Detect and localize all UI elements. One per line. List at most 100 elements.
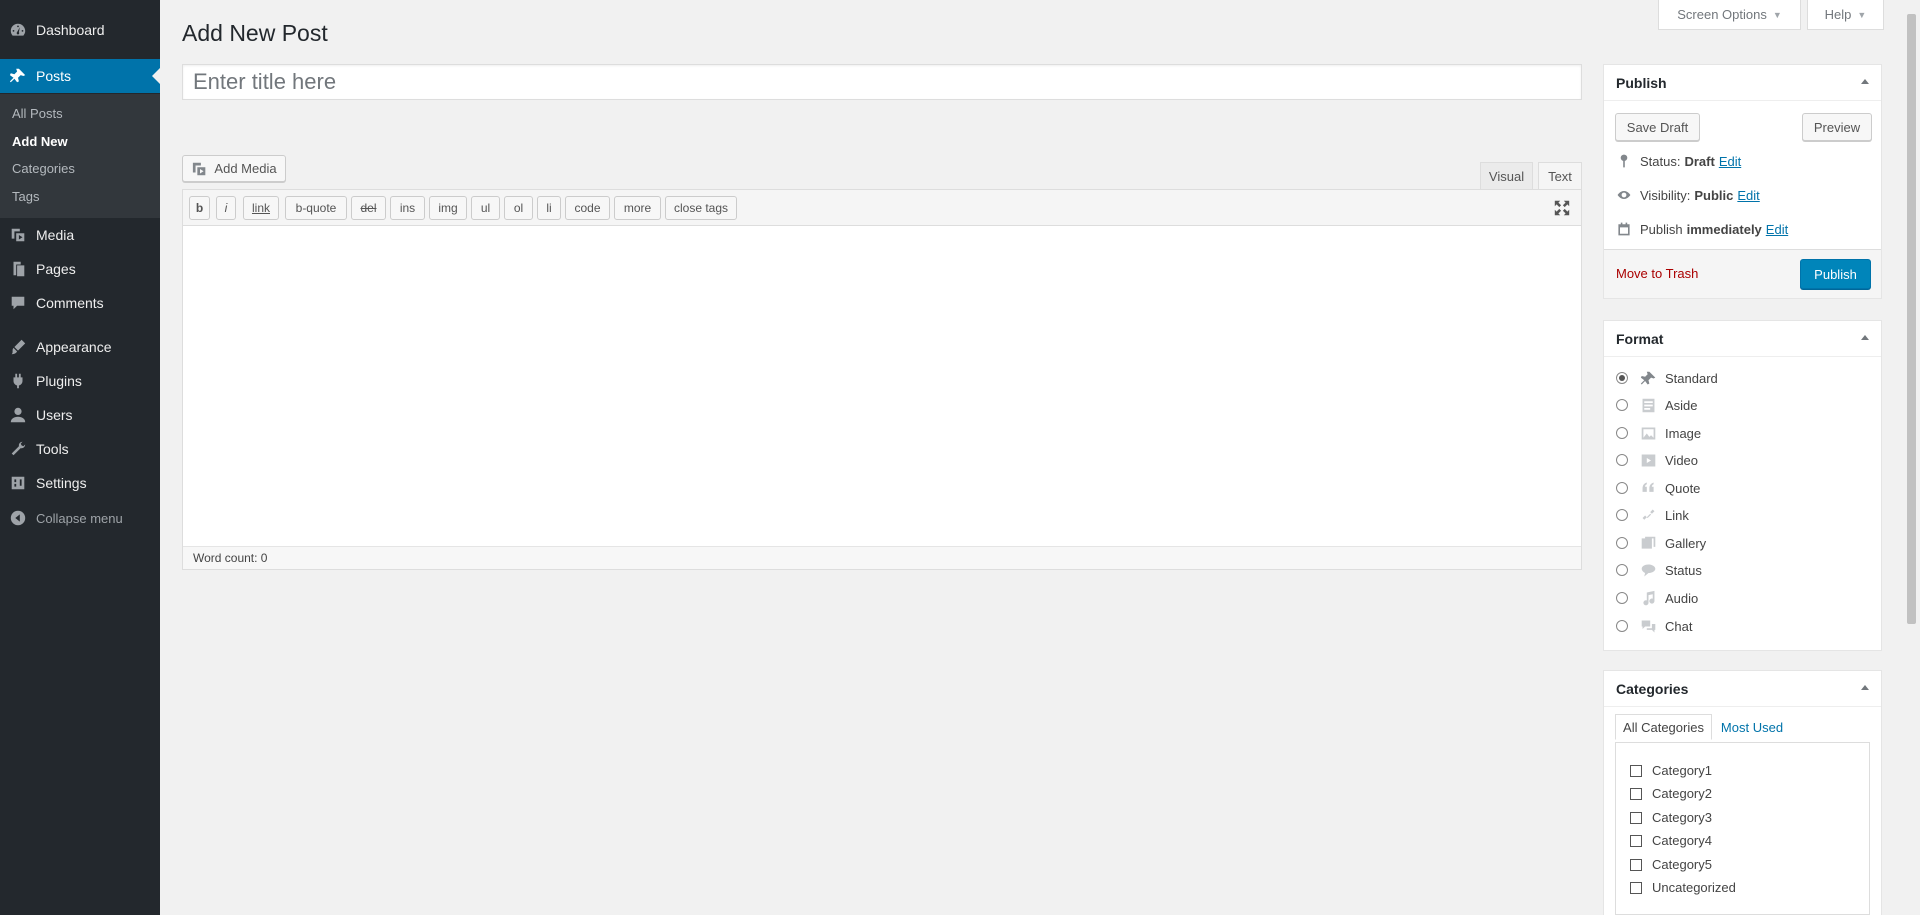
- page-scrollbar[interactable]: [1903, 0, 1920, 915]
- format-option-quote[interactable]: Quote: [1616, 478, 1700, 498]
- collapse-toggle-icon[interactable]: [1861, 335, 1869, 340]
- category-checkbox[interactable]: [1630, 811, 1642, 824]
- menu-item-users[interactable]: Users: [0, 398, 160, 432]
- submenu-all-posts[interactable]: All Posts: [12, 106, 63, 121]
- category-checkbox[interactable]: [1630, 787, 1642, 800]
- collapse-menu-button[interactable]: Collapse menu: [0, 501, 160, 535]
- preview-button[interactable]: Preview: [1802, 113, 1872, 141]
- tab-all-categories[interactable]: All Categories: [1615, 714, 1712, 740]
- collapse-label: Collapse menu: [36, 510, 123, 526]
- scrollbar-thumb[interactable]: [1907, 14, 1916, 624]
- quicktag-more-button[interactable]: more: [614, 196, 661, 220]
- edit-status-link[interactable]: Edit: [1719, 154, 1741, 169]
- category-item[interactable]: Category3: [1630, 810, 1712, 825]
- aside-icon: [1639, 396, 1657, 414]
- image-icon: [1639, 424, 1657, 442]
- collapse-toggle-icon[interactable]: [1861, 79, 1869, 84]
- submenu-tags[interactable]: Tags: [12, 189, 39, 204]
- tab-visual[interactable]: Visual: [1480, 162, 1533, 190]
- format-option-video[interactable]: Video: [1616, 450, 1698, 470]
- format-radio[interactable]: [1616, 592, 1628, 604]
- category-checkbox[interactable]: [1630, 858, 1642, 871]
- quicktag-link-button[interactable]: link: [243, 196, 279, 220]
- post-title-input[interactable]: [182, 64, 1582, 100]
- format-radio[interactable]: [1616, 620, 1628, 632]
- format-radio[interactable]: [1616, 427, 1628, 439]
- quicktag-close-tags-button[interactable]: close tags: [665, 196, 737, 220]
- format-radio[interactable]: [1616, 454, 1628, 466]
- menu-item-pages[interactable]: Pages: [0, 252, 160, 286]
- menu-item-comments[interactable]: Comments: [0, 286, 160, 320]
- publish-box-header[interactable]: Publish: [1604, 65, 1881, 101]
- category-checkbox[interactable]: [1630, 881, 1642, 894]
- format-option-chat[interactable]: Chat: [1616, 616, 1692, 636]
- users-icon: [0, 406, 36, 424]
- add-media-button[interactable]: Add Media: [182, 155, 286, 182]
- category-item[interactable]: Category5: [1630, 857, 1712, 872]
- move-to-trash-link[interactable]: Move to Trash: [1616, 266, 1698, 281]
- format-option-status[interactable]: Status: [1616, 560, 1702, 580]
- format-radio[interactable]: [1616, 372, 1628, 384]
- quicktag-bold-button[interactable]: b: [189, 196, 210, 220]
- category-checkbox[interactable]: [1630, 834, 1642, 847]
- tools-icon: [0, 440, 36, 458]
- category-item[interactable]: Category4: [1630, 833, 1712, 848]
- post-content-textarea[interactable]: [183, 226, 1581, 536]
- quicktag-code-button[interactable]: code: [565, 196, 610, 220]
- publish-box: Publish Save Draft Preview Status: Draft …: [1603, 64, 1882, 299]
- menu-item-plugins[interactable]: Plugins: [0, 364, 160, 398]
- pin-location-icon: [1620, 154, 1628, 168]
- menu-item-settings[interactable]: Settings: [0, 466, 160, 500]
- help-button[interactable]: Help ▼: [1807, 0, 1884, 30]
- menu-item-dashboard[interactable]: Dashboard: [0, 13, 160, 47]
- edit-date-link[interactable]: Edit: [1766, 222, 1788, 237]
- edit-visibility-link[interactable]: Edit: [1737, 188, 1759, 203]
- format-option-aside[interactable]: Aside: [1616, 395, 1698, 415]
- format-option-image[interactable]: Image: [1616, 423, 1701, 443]
- quicktag-italic-button[interactable]: i: [216, 196, 236, 220]
- menu-label: Users: [36, 407, 73, 423]
- save-draft-button[interactable]: Save Draft: [1615, 113, 1700, 141]
- quicktag-bquote-button[interactable]: b-quote: [285, 196, 347, 220]
- category-item[interactable]: Uncategorized: [1630, 880, 1736, 895]
- collapse-toggle-icon[interactable]: [1861, 685, 1869, 690]
- status-label: Status:: [1640, 153, 1681, 169]
- submenu-categories[interactable]: Categories: [12, 161, 75, 176]
- quicktag-ol-button[interactable]: ol: [504, 196, 533, 220]
- format-radio[interactable]: [1616, 564, 1628, 576]
- format-radio[interactable]: [1616, 509, 1628, 521]
- quicktag-ul-button[interactable]: ul: [471, 196, 500, 220]
- publish-button[interactable]: Publish: [1800, 259, 1871, 289]
- tab-text[interactable]: Text: [1538, 162, 1582, 190]
- category-label: Category3: [1652, 810, 1712, 825]
- format-option-link[interactable]: Link: [1616, 505, 1689, 525]
- category-item[interactable]: Category1: [1630, 763, 1712, 778]
- format-radio[interactable]: [1616, 482, 1628, 494]
- format-option-gallery[interactable]: Gallery: [1616, 533, 1706, 553]
- screen-options-label: Screen Options: [1677, 7, 1767, 22]
- format-box-header[interactable]: Format: [1604, 321, 1881, 357]
- categories-box-header[interactable]: Categories: [1604, 671, 1881, 707]
- eye-icon: [1617, 191, 1631, 199]
- category-item[interactable]: Category2: [1630, 786, 1712, 801]
- quicktag-del-button[interactable]: del: [351, 196, 386, 220]
- menu-item-media[interactable]: Media: [0, 218, 160, 252]
- format-radio[interactable]: [1616, 537, 1628, 549]
- quicktag-ins-button[interactable]: ins: [390, 196, 425, 220]
- video-icon: [1639, 451, 1657, 469]
- quicktag-li-button[interactable]: li: [537, 196, 561, 220]
- menu-item-tools[interactable]: Tools: [0, 432, 160, 466]
- format-radio[interactable]: [1616, 399, 1628, 411]
- format-option-standard[interactable]: Standard: [1616, 368, 1718, 388]
- category-checkbox[interactable]: [1630, 764, 1642, 777]
- link-icon: [1639, 506, 1657, 524]
- tab-most-used[interactable]: Most Used: [1714, 714, 1790, 740]
- submenu-add-new[interactable]: Add New: [12, 134, 68, 149]
- collapse-icon: [0, 509, 36, 527]
- menu-item-appearance[interactable]: Appearance: [0, 330, 160, 364]
- format-option-audio[interactable]: Audio: [1616, 588, 1698, 608]
- screen-options-button[interactable]: Screen Options ▼: [1658, 0, 1801, 30]
- fullscreen-icon[interactable]: [1553, 199, 1571, 217]
- menu-item-posts[interactable]: Posts: [0, 59, 160, 93]
- quicktag-img-button[interactable]: img: [429, 196, 467, 220]
